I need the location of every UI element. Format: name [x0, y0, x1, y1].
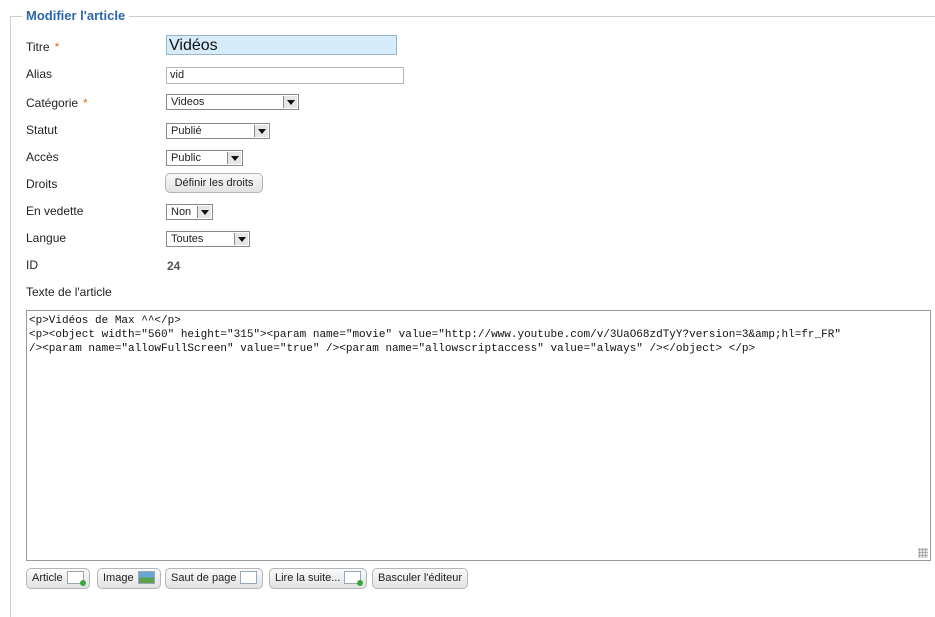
form-legend: Modifier l'article [22, 8, 130, 23]
article-text-content: <p>Vidéos de Max ^^</p> <p><object width… [29, 315, 841, 355]
article-icon [66, 570, 86, 586]
chevron-down-icon [254, 125, 268, 137]
image-icon [137, 570, 155, 584]
alias-label: Alias [26, 67, 53, 81]
texte-label: Texte de l'article [26, 285, 112, 299]
langue-label: Langue [26, 231, 67, 245]
id-label: ID [26, 258, 38, 272]
droits-label: Droits [26, 177, 58, 191]
titre-input[interactable]: Vidéos [166, 35, 397, 55]
acces-select[interactable]: Public [166, 150, 243, 166]
page-break-icon [240, 570, 258, 584]
chevron-down-icon [234, 233, 248, 245]
categorie-label: Catégorie * [26, 96, 88, 110]
langue-select[interactable]: Toutes [166, 231, 250, 247]
id-value: 24 [167, 259, 181, 273]
categorie-select[interactable]: Videos [166, 94, 299, 110]
toggle-editor-button[interactable]: Basculer l'éditeur [372, 568, 469, 589]
chevron-down-icon [197, 206, 211, 218]
article-text-editor[interactable]: <p>Vidéos de Max ^^</p> <p><object width… [26, 310, 931, 561]
image-button[interactable]: Image [97, 568, 161, 589]
statut-select[interactable]: Publié [166, 123, 270, 139]
page-break-button[interactable]: Saut de page [165, 568, 264, 589]
article-button[interactable]: Article [26, 568, 90, 589]
define-rights-button[interactable]: Définir les droits [165, 173, 263, 193]
required-marker: * [54, 40, 60, 54]
acces-label: Accès [26, 150, 59, 164]
chevron-down-icon [227, 152, 241, 164]
resize-handle-icon[interactable] [918, 548, 928, 558]
required-marker: * [83, 96, 88, 110]
alias-input[interactable]: vid [166, 67, 404, 84]
vedette-select[interactable]: Non [166, 204, 213, 220]
statut-label: Statut [26, 123, 58, 137]
read-more-icon [344, 570, 364, 586]
vedette-label: En vedette [26, 204, 84, 218]
titre-label: Titre * [26, 40, 60, 54]
chevron-down-icon [283, 96, 297, 108]
read-more-button[interactable]: Lire la suite... [269, 568, 368, 589]
